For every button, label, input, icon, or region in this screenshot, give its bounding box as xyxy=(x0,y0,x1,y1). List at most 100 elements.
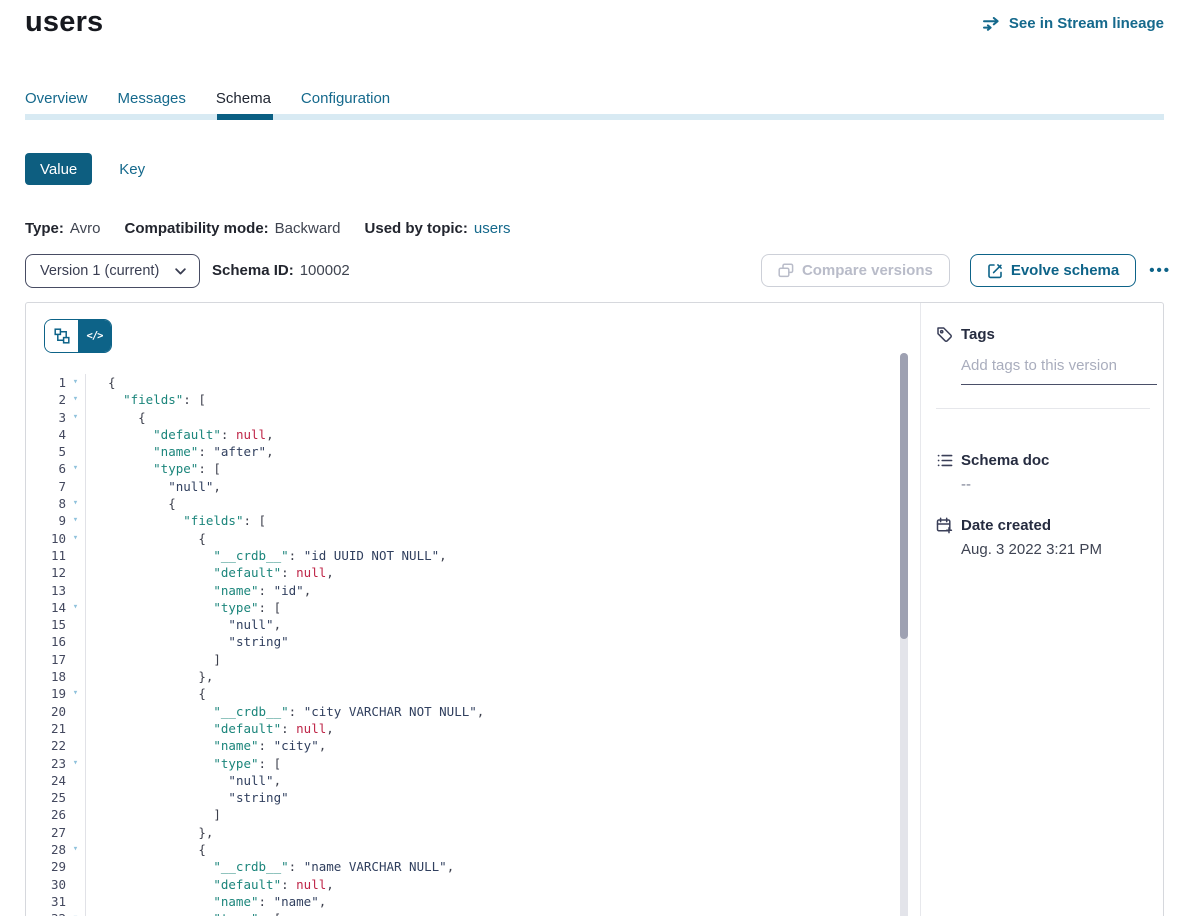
code-line: 20 "__crdb__": "city VARCHAR NOT NULL", xyxy=(26,703,900,720)
version-select[interactable]: Version 1 (current) xyxy=(25,254,200,288)
tab-configuration[interactable]: Configuration xyxy=(301,90,390,107)
line-number: 13 xyxy=(26,582,66,599)
tab-schema[interactable]: Schema xyxy=(216,90,271,107)
line-number: 10 xyxy=(26,530,66,547)
fold-gutter xyxy=(66,478,85,495)
line-number: 17 xyxy=(26,651,66,668)
list-icon xyxy=(936,452,953,469)
schema-code-editor[interactable]: 1▾{2▾ "fields": [3▾ {4 "default": null,5… xyxy=(26,374,900,916)
line-number: 7 xyxy=(26,478,66,495)
used-by-topic-link[interactable]: users xyxy=(474,220,511,237)
compare-versions-icon xyxy=(778,263,794,278)
compare-versions-button[interactable]: Compare versions xyxy=(761,254,950,287)
code-text: "name": "id", xyxy=(85,582,900,599)
fold-arrow-icon[interactable]: ▾ xyxy=(66,374,85,391)
code-text: }, xyxy=(85,668,900,685)
code-line: 8▾ { xyxy=(26,495,900,512)
value-subtab-button[interactable]: Value xyxy=(25,153,92,185)
code-text: "null", xyxy=(85,616,900,633)
code-line: 1▾{ xyxy=(26,374,900,391)
tab-messages[interactable]: Messages xyxy=(118,90,186,107)
code-line: 2▾ "fields": [ xyxy=(26,391,900,408)
tags-title: Tags xyxy=(961,326,995,343)
code-text: { xyxy=(85,685,900,702)
line-number: 15 xyxy=(26,616,66,633)
key-subtab-button[interactable]: Key xyxy=(119,161,145,178)
code-line: 14▾ "type": [ xyxy=(26,599,900,616)
scrollbar[interactable] xyxy=(900,353,908,916)
code-line: 13 "name": "id", xyxy=(26,582,900,599)
code-line: 23▾ "type": [ xyxy=(26,755,900,772)
code-line: 26 ] xyxy=(26,806,900,823)
line-number: 11 xyxy=(26,547,66,564)
fold-arrow-icon[interactable]: ▾ xyxy=(66,755,85,772)
used-by-topic-label: Used by topic: xyxy=(365,220,468,237)
code-line: 6▾ "type": [ xyxy=(26,460,900,477)
code-lines: 1▾{2▾ "fields": [3▾ {4 "default": null,5… xyxy=(26,374,900,916)
scrollbar-thumb[interactable] xyxy=(900,353,908,639)
code-line: 3▾ { xyxy=(26,409,900,426)
fold-arrow-icon[interactable]: ▾ xyxy=(66,599,85,616)
tags-section-header: Tags xyxy=(936,326,1150,343)
tags-input[interactable] xyxy=(961,351,1157,385)
hierarchy-icon xyxy=(54,328,70,344)
page-title: users xyxy=(25,6,103,39)
code-line: 27 }, xyxy=(26,824,900,841)
fold-arrow-icon[interactable]: ▾ xyxy=(66,910,85,916)
code-text: { xyxy=(85,374,900,391)
code-text: "fields": [ xyxy=(85,391,900,408)
type-label: Type: xyxy=(25,220,64,237)
more-options-button[interactable]: ••• xyxy=(1149,262,1171,279)
code-line: 25 "string" xyxy=(26,789,900,806)
topic-tabs: Overview Messages Schema Configuration xyxy=(25,90,390,107)
line-number: 2 xyxy=(26,391,66,408)
line-number: 25 xyxy=(26,789,66,806)
tab-overview[interactable]: Overview xyxy=(25,90,88,107)
code-text: "string" xyxy=(85,789,900,806)
schema-id: Schema ID: 100002 xyxy=(212,262,350,279)
code-text: "default": null, xyxy=(85,876,900,893)
line-number: 4 xyxy=(26,426,66,443)
code-text: "fields": [ xyxy=(85,512,900,529)
code-text: ] xyxy=(85,651,900,668)
see-in-stream-lineage-link[interactable]: See in Stream lineage xyxy=(983,15,1164,32)
code-text: }, xyxy=(85,824,900,841)
code-text: "name": "city", xyxy=(85,737,900,754)
line-number: 18 xyxy=(26,668,66,685)
schema-viewer-panel: </> 1▾{2▾ "fields": [3▾ {4 "default": nu… xyxy=(25,302,1164,916)
line-number: 30 xyxy=(26,876,66,893)
evolve-schema-button[interactable]: Evolve schema xyxy=(970,254,1136,287)
line-number: 29 xyxy=(26,858,66,875)
fold-gutter xyxy=(66,876,85,893)
code-line: 28▾ { xyxy=(26,841,900,858)
fold-arrow-icon[interactable]: ▾ xyxy=(66,409,85,426)
fold-gutter xyxy=(66,633,85,650)
schema-doc-title: Schema doc xyxy=(961,452,1049,469)
fold-arrow-icon[interactable]: ▾ xyxy=(66,841,85,858)
code-line: 18 }, xyxy=(26,668,900,685)
fold-arrow-icon[interactable]: ▾ xyxy=(66,685,85,702)
code-view-button[interactable]: </> xyxy=(78,320,111,352)
line-number: 5 xyxy=(26,443,66,460)
fold-arrow-icon[interactable]: ▾ xyxy=(66,460,85,477)
tree-view-button[interactable] xyxy=(45,320,78,352)
code-line: 29 "__crdb__": "name VARCHAR NULL", xyxy=(26,858,900,875)
code-line: 32▾ "type": [ xyxy=(26,910,900,916)
fold-arrow-icon[interactable]: ▾ xyxy=(66,495,85,512)
date-created-title: Date created xyxy=(961,517,1051,534)
code-text: "null", xyxy=(85,478,900,495)
fold-arrow-icon[interactable]: ▾ xyxy=(66,512,85,529)
code-text: { xyxy=(85,530,900,547)
code-text: "type": [ xyxy=(85,910,900,916)
schema-id-value: 100002 xyxy=(300,262,350,279)
line-number: 32 xyxy=(26,910,66,916)
fold-arrow-icon[interactable]: ▾ xyxy=(66,530,85,547)
code-line: 9▾ "fields": [ xyxy=(26,512,900,529)
schema-key-value-toggle: Value Key xyxy=(25,153,145,185)
line-number: 1 xyxy=(26,374,66,391)
line-number: 6 xyxy=(26,460,66,477)
code-line: 5 "name": "after", xyxy=(26,443,900,460)
fold-arrow-icon[interactable]: ▾ xyxy=(66,391,85,408)
fold-gutter xyxy=(66,720,85,737)
code-text: "string" xyxy=(85,633,900,650)
